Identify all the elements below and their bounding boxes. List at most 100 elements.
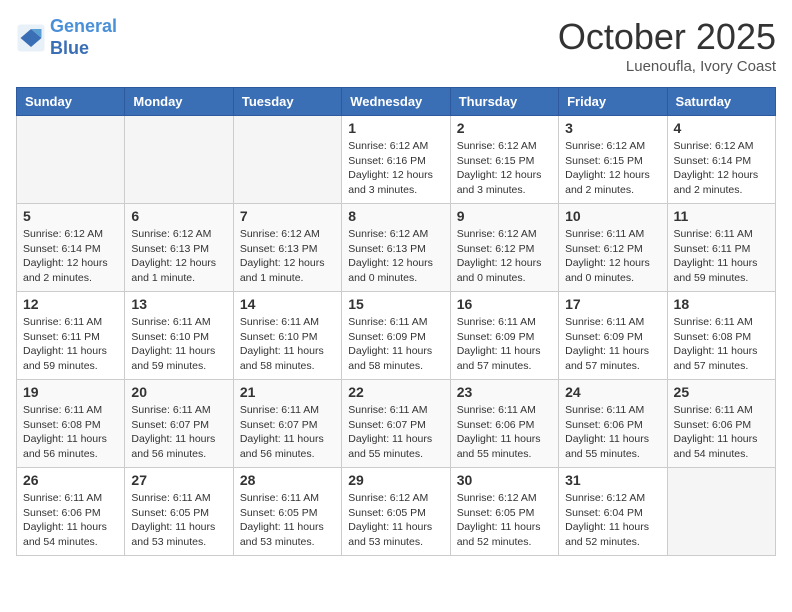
cell-info: Sunrise: 6:11 AM Sunset: 6:06 PM Dayligh… bbox=[23, 491, 118, 550]
calendar-cell: 14 Sunrise: 6:11 AM Sunset: 6:10 PM Dayli… bbox=[233, 292, 341, 380]
calendar-cell bbox=[17, 116, 125, 204]
calendar-cell: 5 Sunrise: 6:12 AM Sunset: 6:14 PM Daylig… bbox=[17, 204, 125, 292]
calendar-cell: 28Sunrise: 6:11 AM Sunset: 6:05 PM Dayli… bbox=[233, 468, 341, 556]
weekday-header-saturday: Saturday bbox=[667, 88, 775, 116]
title-area: October 2025 Luenoufla, Ivory Coast bbox=[558, 16, 776, 75]
calendar-cell: 30Sunrise: 6:12 AM Sunset: 6:05 PM Dayli… bbox=[450, 468, 558, 556]
cell-info: Sunrise: 6:11 AM Sunset: 6:06 PM Dayligh… bbox=[457, 403, 552, 462]
calendar-cell: 9Sunrise: 6:12 AM Sunset: 6:12 PM Daylig… bbox=[450, 204, 558, 292]
logo-text: General Blue bbox=[50, 16, 117, 59]
day-number: 18 bbox=[674, 296, 769, 312]
month-title: October 2025 bbox=[558, 16, 776, 58]
day-number: 14 bbox=[240, 296, 335, 312]
day-number: 8 bbox=[348, 208, 443, 224]
cell-info: Sunrise: 6:11 AM Sunset: 6:08 PM Dayligh… bbox=[674, 315, 769, 374]
cell-info: Sunrise: 6:11 AM Sunset: 6:06 PM Dayligh… bbox=[674, 403, 769, 462]
cell-info: Sunrise: 6:12 AM Sunset: 6:15 PM Dayligh… bbox=[457, 139, 552, 198]
calendar-cell: 2 Sunrise: 6:12 AM Sunset: 6:15 PM Daylig… bbox=[450, 116, 558, 204]
calendar-cell: 4 Sunrise: 6:12 AM Sunset: 6:14 PM Daylig… bbox=[667, 116, 775, 204]
calendar-cell bbox=[667, 468, 775, 556]
cell-info: Sunrise: 6:11 AM Sunset: 6:10 PM Dayligh… bbox=[240, 315, 335, 374]
cell-info: Sunrise: 6:12 AM Sunset: 6:13 PM Dayligh… bbox=[240, 227, 335, 286]
logo-icon bbox=[16, 23, 46, 53]
calendar-cell: 7 Sunrise: 6:12 AM Sunset: 6:13 PM Daylig… bbox=[233, 204, 341, 292]
calendar-table: SundayMondayTuesdayWednesdayThursdayFrid… bbox=[16, 87, 776, 556]
weekday-header-row: SundayMondayTuesdayWednesdayThursdayFrid… bbox=[17, 88, 776, 116]
weekday-header-friday: Friday bbox=[559, 88, 667, 116]
day-number: 13 bbox=[131, 296, 226, 312]
cell-info: Sunrise: 6:11 AM Sunset: 6:07 PM Dayligh… bbox=[240, 403, 335, 462]
day-number: 11 bbox=[674, 208, 769, 224]
calendar-cell: 10 Sunrise: 6:11 AM Sunset: 6:12 PM Dayli… bbox=[559, 204, 667, 292]
calendar-cell: 25 Sunrise: 6:11 AM Sunset: 6:06 PM Dayli… bbox=[667, 380, 775, 468]
cell-info: Sunrise: 6:11 AM Sunset: 6:10 PM Dayligh… bbox=[131, 315, 226, 374]
day-number: 19 bbox=[23, 384, 118, 400]
cell-info: Sunrise: 6:11 AM Sunset: 6:09 PM Dayligh… bbox=[457, 315, 552, 374]
calendar-cell: 21 Sunrise: 6:11 AM Sunset: 6:07 PM Dayli… bbox=[233, 380, 341, 468]
calendar-week-row: 1 Sunrise: 6:12 AM Sunset: 6:16 PM Daylig… bbox=[17, 116, 776, 204]
day-number: 25 bbox=[674, 384, 769, 400]
weekday-header-thursday: Thursday bbox=[450, 88, 558, 116]
calendar-cell: 17 Sunrise: 6:11 AM Sunset: 6:09 PM Dayli… bbox=[559, 292, 667, 380]
cell-info: Sunrise: 6:12 AM Sunset: 6:14 PM Dayligh… bbox=[23, 227, 118, 286]
cell-info: Sunrise: 6:11 AM Sunset: 6:11 PM Dayligh… bbox=[674, 227, 769, 286]
day-number: 26 bbox=[23, 472, 118, 488]
calendar-cell: 27Sunrise: 6:11 AM Sunset: 6:05 PM Dayli… bbox=[125, 468, 233, 556]
calendar-cell: 8Sunrise: 6:12 AM Sunset: 6:13 PM Daylig… bbox=[342, 204, 450, 292]
calendar-cell: 13 Sunrise: 6:11 AM Sunset: 6:10 PM Dayli… bbox=[125, 292, 233, 380]
day-number: 9 bbox=[457, 208, 552, 224]
day-number: 15 bbox=[348, 296, 443, 312]
cell-info: Sunrise: 6:11 AM Sunset: 6:07 PM Dayligh… bbox=[348, 403, 443, 462]
calendar-cell: 22 Sunrise: 6:11 AM Sunset: 6:07 PM Dayli… bbox=[342, 380, 450, 468]
logo: General Blue bbox=[16, 16, 117, 59]
calendar-cell: 1 Sunrise: 6:12 AM Sunset: 6:16 PM Daylig… bbox=[342, 116, 450, 204]
calendar-cell: 15 Sunrise: 6:11 AM Sunset: 6:09 PM Dayli… bbox=[342, 292, 450, 380]
day-number: 16 bbox=[457, 296, 552, 312]
day-number: 7 bbox=[240, 208, 335, 224]
calendar-cell: 18 Sunrise: 6:11 AM Sunset: 6:08 PM Dayli… bbox=[667, 292, 775, 380]
cell-info: Sunrise: 6:11 AM Sunset: 6:09 PM Dayligh… bbox=[565, 315, 660, 374]
day-number: 6 bbox=[131, 208, 226, 224]
day-number: 12 bbox=[23, 296, 118, 312]
cell-info: Sunrise: 6:11 AM Sunset: 6:09 PM Dayligh… bbox=[348, 315, 443, 374]
calendar-cell: 20 Sunrise: 6:11 AM Sunset: 6:07 PM Dayli… bbox=[125, 380, 233, 468]
cell-info: Sunrise: 6:12 AM Sunset: 6:14 PM Dayligh… bbox=[674, 139, 769, 198]
day-number: 5 bbox=[23, 208, 118, 224]
weekday-header-tuesday: Tuesday bbox=[233, 88, 341, 116]
weekday-header-wednesday: Wednesday bbox=[342, 88, 450, 116]
calendar-week-row: 19 Sunrise: 6:11 AM Sunset: 6:08 PM Dayli… bbox=[17, 380, 776, 468]
day-number: 1 bbox=[348, 120, 443, 136]
cell-info: Sunrise: 6:11 AM Sunset: 6:08 PM Dayligh… bbox=[23, 403, 118, 462]
cell-info: Sunrise: 6:12 AM Sunset: 6:16 PM Dayligh… bbox=[348, 139, 443, 198]
day-number: 17 bbox=[565, 296, 660, 312]
calendar-cell: 3 Sunrise: 6:12 AM Sunset: 6:15 PM Daylig… bbox=[559, 116, 667, 204]
logo-blue: Blue bbox=[50, 38, 117, 60]
calendar-cell bbox=[125, 116, 233, 204]
page-header: General Blue October 2025 Luenoufla, Ivo… bbox=[16, 16, 776, 75]
cell-info: Sunrise: 6:12 AM Sunset: 6:04 PM Dayligh… bbox=[565, 491, 660, 550]
cell-info: Sunrise: 6:11 AM Sunset: 6:11 PM Dayligh… bbox=[23, 315, 118, 374]
day-number: 31 bbox=[565, 472, 660, 488]
day-number: 3 bbox=[565, 120, 660, 136]
day-number: 22 bbox=[348, 384, 443, 400]
cell-info: Sunrise: 6:12 AM Sunset: 6:05 PM Dayligh… bbox=[457, 491, 552, 550]
day-number: 20 bbox=[131, 384, 226, 400]
day-number: 10 bbox=[565, 208, 660, 224]
day-number: 24 bbox=[565, 384, 660, 400]
day-number: 2 bbox=[457, 120, 552, 136]
cell-info: Sunrise: 6:12 AM Sunset: 6:13 PM Dayligh… bbox=[131, 227, 226, 286]
cell-info: Sunrise: 6:11 AM Sunset: 6:12 PM Dayligh… bbox=[565, 227, 660, 286]
logo-general: General bbox=[50, 16, 117, 36]
day-number: 21 bbox=[240, 384, 335, 400]
cell-info: Sunrise: 6:11 AM Sunset: 6:07 PM Dayligh… bbox=[131, 403, 226, 462]
cell-info: Sunrise: 6:11 AM Sunset: 6:06 PM Dayligh… bbox=[565, 403, 660, 462]
calendar-cell: 24 Sunrise: 6:11 AM Sunset: 6:06 PM Dayli… bbox=[559, 380, 667, 468]
calendar-cell bbox=[233, 116, 341, 204]
cell-info: Sunrise: 6:12 AM Sunset: 6:05 PM Dayligh… bbox=[348, 491, 443, 550]
calendar-cell: 19 Sunrise: 6:11 AM Sunset: 6:08 PM Dayli… bbox=[17, 380, 125, 468]
day-number: 23 bbox=[457, 384, 552, 400]
calendar-cell: 16 Sunrise: 6:11 AM Sunset: 6:09 PM Dayli… bbox=[450, 292, 558, 380]
cell-info: Sunrise: 6:12 AM Sunset: 6:15 PM Dayligh… bbox=[565, 139, 660, 198]
cell-info: Sunrise: 6:11 AM Sunset: 6:05 PM Dayligh… bbox=[131, 491, 226, 550]
day-number: 4 bbox=[674, 120, 769, 136]
